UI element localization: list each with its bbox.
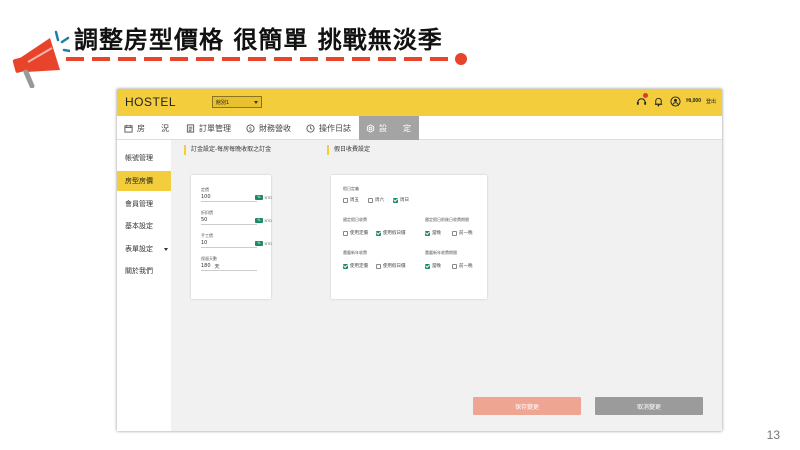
checkbox-friday[interactable]: 周五 (343, 197, 359, 203)
checkbox-newyear-tonight[interactable]: 當晚 (425, 263, 441, 269)
calendar-icon (124, 124, 133, 133)
new-year-period-label: 農曆新年收費期間 (425, 250, 457, 255)
slide-title: 調整房型價格 很簡單 挑戰無淡季 (74, 26, 443, 54)
document-icon (186, 123, 195, 133)
title-underline-dot (455, 53, 467, 65)
sidebar-item-label: 房型房價 (125, 177, 153, 185)
tab-label: 房 況 (137, 123, 169, 133)
checkbox-box (368, 197, 373, 203)
checkbox-box (343, 197, 348, 203)
support-icon[interactable] (635, 93, 649, 107)
tab-label: 財務營收 (259, 123, 291, 133)
percent-toggle[interactable]: % (255, 218, 263, 223)
tab-label: 訂單管理 (199, 123, 231, 133)
sidebar-item-room-rates[interactable]: 房型房價 (117, 171, 171, 191)
checkbox-fixed-prev-night[interactable]: 前一晚 (452, 230, 473, 236)
percent-toggle[interactable]: % (255, 195, 263, 200)
deposit-field-discount-price: 折扣價 50 % NTD (201, 210, 272, 225)
title-underline (66, 57, 464, 61)
deposit-field-manual-price: 手工價 10 % NTD (201, 233, 272, 248)
brand-logo: HOSTEL (125, 95, 177, 109)
main-tabs: 房 況 訂單管理 $ 財務營收 操作日誌 設 定 (117, 116, 722, 140)
history-icon (306, 123, 315, 133)
caret-down-icon (164, 248, 168, 251)
tab-finance[interactable]: $ 財務營收 (239, 116, 299, 140)
sidebar-item-label: 關於我們 (125, 267, 153, 275)
store-select[interactable]: 館別1 (212, 96, 262, 108)
settings-icon (366, 123, 375, 133)
deposit-field-list-price: 定價 100 % NTD (201, 187, 272, 202)
sidebar-item-accounts[interactable]: 帳號管理 (117, 148, 171, 168)
svg-text:$: $ (249, 126, 252, 132)
fixed-holiday-label: 國定假日收費 (343, 217, 367, 222)
dollar-icon: $ (246, 123, 255, 133)
checkbox-box (452, 230, 457, 236)
top-right-actions: Hi,000 登出 (635, 93, 716, 107)
sidebar-item-label: 帳號管理 (125, 154, 153, 162)
checkbox-box (343, 263, 348, 269)
notification-badge (643, 93, 649, 98)
checkbox-box (425, 230, 430, 236)
deposit-section-title: 訂金設定-每房每晚收取之訂金 (184, 145, 271, 155)
checkbox-box (425, 263, 430, 269)
cancel-button[interactable]: 取消變更 (595, 397, 703, 415)
app-window: HOSTEL 館別1 Hi,000 登出 房 況 訂單管理 $ 財務營收 操作日… (117, 89, 722, 431)
list-price-input[interactable]: 100 % NTD (201, 193, 272, 202)
megaphone-icon (12, 30, 70, 88)
deposit-card: 定價 100 % NTD 折扣價 50 % NTD 手工價 10 % NTD 保… (191, 175, 272, 299)
user-name: Hi,000 (686, 98, 701, 104)
checkbox-box (376, 230, 381, 236)
fixed-holiday-period-label: 國定假日前後日收費期間 (425, 217, 469, 222)
sidebar-item-label: 會員管理 (125, 200, 153, 208)
discount-price-input[interactable]: 50 % NTD (201, 216, 272, 225)
checkbox-newyear-prev-night[interactable]: 前一晚 (452, 263, 473, 269)
manual-price-input[interactable]: 10 % NTD (201, 239, 272, 248)
holiday-card: 假日定義 周五 周六 周日 國定假日收費 使用定價 使用假日價 國定假日前後日收… (331, 175, 487, 299)
sidebar-item-label: 表單設定 (125, 245, 153, 253)
settings-sidebar: 帳號管理 房型房價 會員管理 基本設定 表單設定 關於我們 (117, 140, 171, 431)
holiday-section-title: 假日收費設定 (327, 145, 370, 155)
presentation-slide: 調整房型價格 很簡單 挑戰無淡季 13 HOSTEL 館別1 Hi,000 登出… (0, 0, 800, 450)
deposit-field-hold-days: 保留天數 180 天 (201, 256, 257, 271)
checkbox-box (343, 230, 348, 236)
store-select-value: 館別1 (216, 99, 230, 106)
sidebar-item-members[interactable]: 會員管理 (117, 194, 171, 214)
checkbox-fixed-use-holiday[interactable]: 使用假日價 (376, 230, 406, 236)
sidebar-item-label: 基本設定 (125, 222, 153, 230)
checkbox-box (393, 197, 398, 203)
sidebar-item-basic[interactable]: 基本設定 (117, 216, 171, 236)
hold-days-input[interactable]: 180 天 (201, 262, 257, 271)
save-button[interactable]: 保存變更 (473, 397, 581, 415)
user-avatar-icon[interactable] (669, 95, 681, 107)
sidebar-item-about[interactable]: 關於我們 (117, 261, 171, 281)
tab-logs[interactable]: 操作日誌 (299, 116, 359, 140)
checkbox-box (376, 263, 381, 269)
logout-link[interactable]: 登出 (706, 98, 716, 105)
checkbox-sunday[interactable]: 周日 (393, 197, 409, 203)
top-bar: HOSTEL 館別1 Hi,000 登出 (117, 89, 722, 116)
percent-toggle[interactable]: % (255, 241, 263, 246)
checkbox-fixed-use-list[interactable]: 使用定價 (343, 230, 368, 236)
chevron-down-icon (254, 101, 258, 104)
tab-settings[interactable]: 設 定 (359, 116, 419, 140)
checkbox-fixed-tonight[interactable]: 當晚 (425, 230, 441, 236)
bell-icon[interactable] (652, 95, 664, 107)
checkbox-newyear-use-holiday[interactable]: 使用假日價 (376, 263, 406, 269)
sidebar-item-forms[interactable]: 表單設定 (117, 239, 171, 259)
tab-label: 設 定 (379, 123, 411, 133)
checkbox-saturday[interactable]: 周六 (368, 197, 384, 203)
tab-label: 操作日誌 (319, 123, 351, 133)
page-number: 13 (766, 428, 780, 442)
new-year-label: 農曆新年收費 (343, 250, 367, 255)
checkbox-newyear-use-list[interactable]: 使用定價 (343, 263, 368, 269)
checkbox-box (452, 263, 457, 269)
tab-orders[interactable]: 訂單管理 (179, 116, 239, 140)
holiday-days-label: 假日定義 (343, 186, 359, 191)
tab-room-status[interactable]: 房 況 (117, 116, 179, 140)
